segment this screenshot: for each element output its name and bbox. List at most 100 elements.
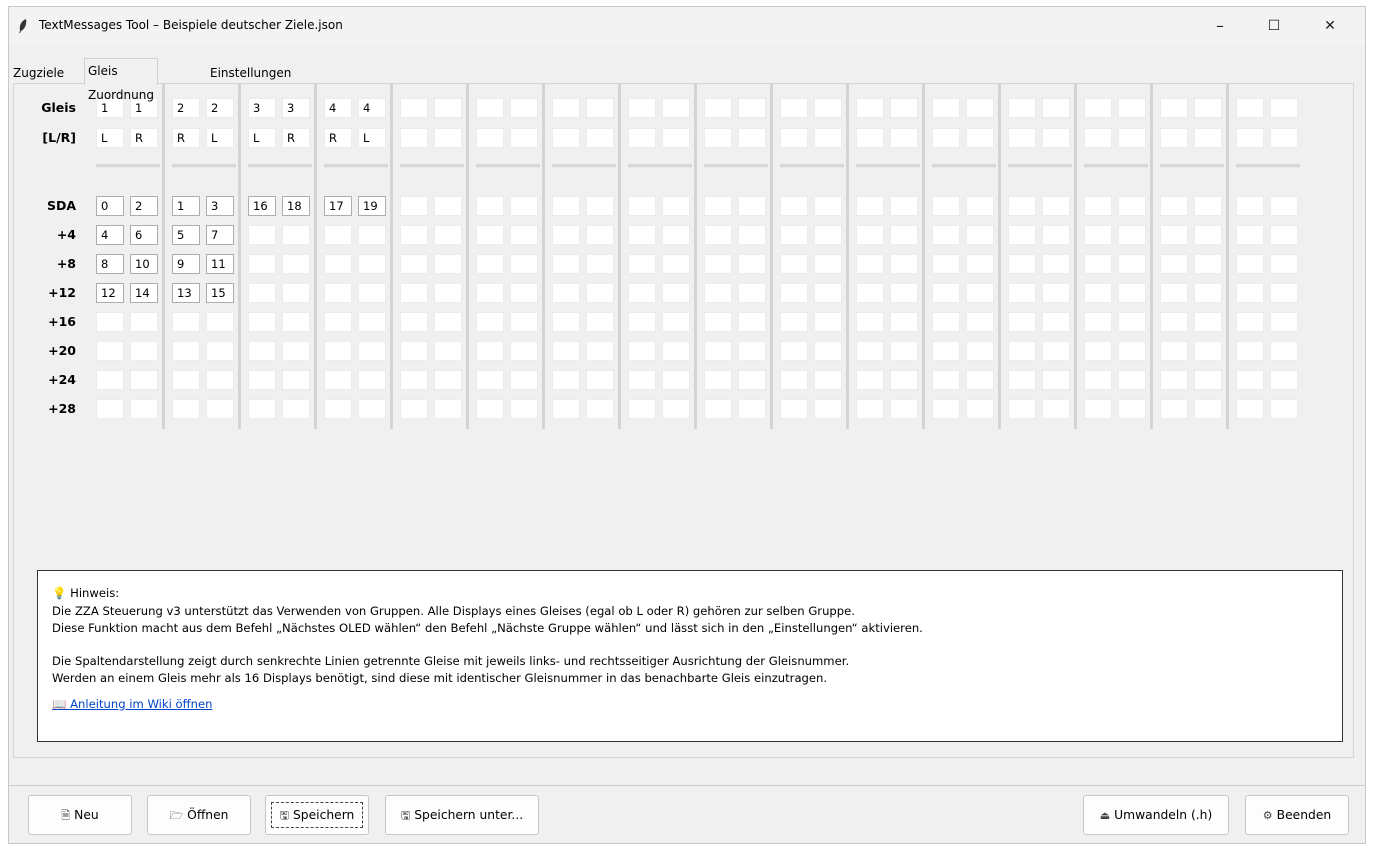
close-button[interactable]: ✕ — [1307, 11, 1353, 41]
gleis-number-cell[interactable] — [966, 98, 994, 118]
sda-cell[interactable] — [552, 196, 580, 216]
sda-cell[interactable] — [932, 196, 960, 216]
sda-cell[interactable] — [1042, 283, 1070, 303]
sda-cell[interactable]: 0 — [96, 196, 124, 216]
sda-cell[interactable] — [96, 312, 124, 332]
sda-cell[interactable] — [282, 341, 310, 361]
lr-cell[interactable] — [890, 128, 918, 148]
sda-cell[interactable] — [1118, 341, 1146, 361]
sda-cell[interactable]: 17 — [324, 196, 352, 216]
gleis-number-cell[interactable]: 3 — [248, 98, 276, 118]
sda-cell[interactable] — [130, 312, 158, 332]
sda-cell[interactable] — [628, 370, 656, 390]
sda-cell[interactable] — [434, 225, 462, 245]
sda-cell[interactable] — [586, 254, 614, 274]
sda-cell[interactable] — [248, 254, 276, 274]
sda-cell[interactable] — [662, 254, 690, 274]
sda-cell[interactable] — [662, 312, 690, 332]
sda-cell[interactable] — [476, 399, 504, 419]
sda-cell[interactable] — [1236, 225, 1264, 245]
sda-cell[interactable] — [476, 370, 504, 390]
gleis-number-cell[interactable] — [1042, 98, 1070, 118]
sda-cell[interactable] — [890, 225, 918, 245]
sda-cell[interactable] — [1160, 225, 1188, 245]
gleis-number-cell[interactable] — [476, 98, 504, 118]
lr-cell[interactable]: R — [172, 128, 200, 148]
sda-cell[interactable] — [358, 312, 386, 332]
sda-cell[interactable] — [552, 312, 580, 332]
sda-cell[interactable] — [552, 399, 580, 419]
sda-cell[interactable] — [130, 341, 158, 361]
lr-cell[interactable] — [1042, 128, 1070, 148]
sda-cell[interactable] — [890, 254, 918, 274]
sda-cell[interactable] — [476, 312, 504, 332]
sda-cell[interactable] — [400, 370, 428, 390]
sda-cell[interactable] — [1118, 312, 1146, 332]
sda-cell[interactable] — [586, 370, 614, 390]
gleis-number-cell[interactable]: 3 — [282, 98, 310, 118]
sda-cell[interactable] — [400, 399, 428, 419]
sda-cell[interactable] — [780, 225, 808, 245]
sda-cell[interactable] — [738, 312, 766, 332]
lr-cell[interactable] — [1160, 128, 1188, 148]
sda-cell[interactable]: 5 — [172, 225, 200, 245]
lr-cell[interactable] — [400, 128, 428, 148]
sda-cell[interactable] — [1160, 370, 1188, 390]
sda-cell[interactable] — [510, 254, 538, 274]
sda-cell[interactable] — [282, 370, 310, 390]
sda-cell[interactable] — [1236, 196, 1264, 216]
sda-cell[interactable] — [586, 225, 614, 245]
lr-cell[interactable] — [856, 128, 884, 148]
gleis-number-cell[interactable] — [1008, 98, 1036, 118]
sda-cell[interactable] — [1042, 225, 1070, 245]
sda-cell[interactable] — [814, 341, 842, 361]
sda-cell[interactable] — [1008, 225, 1036, 245]
sda-cell[interactable] — [400, 196, 428, 216]
sda-cell[interactable] — [510, 196, 538, 216]
sda-cell[interactable]: 8 — [96, 254, 124, 274]
sda-cell[interactable] — [586, 399, 614, 419]
sda-cell[interactable] — [172, 399, 200, 419]
sda-cell[interactable] — [814, 399, 842, 419]
sda-cell[interactable] — [1084, 370, 1112, 390]
lr-cell[interactable]: R — [324, 128, 352, 148]
sda-cell[interactable] — [1118, 283, 1146, 303]
gleis-number-cell[interactable]: 4 — [324, 98, 352, 118]
sda-cell[interactable]: 19 — [358, 196, 386, 216]
sda-cell[interactable] — [780, 312, 808, 332]
sda-cell[interactable] — [1270, 399, 1298, 419]
minimize-button[interactable]: – — [1197, 11, 1243, 41]
sda-cell[interactable] — [1084, 399, 1112, 419]
sda-cell[interactable] — [704, 196, 732, 216]
sda-cell[interactable]: 11 — [206, 254, 234, 274]
lr-cell[interactable] — [510, 128, 538, 148]
sda-cell[interactable] — [586, 283, 614, 303]
sda-cell[interactable] — [1042, 341, 1070, 361]
sda-cell[interactable] — [324, 254, 352, 274]
sda-cell[interactable] — [814, 196, 842, 216]
sda-cell[interactable] — [586, 341, 614, 361]
sda-cell[interactable] — [814, 370, 842, 390]
sda-cell[interactable] — [932, 370, 960, 390]
gleis-number-cell[interactable] — [434, 98, 462, 118]
gleis-number-cell[interactable] — [662, 98, 690, 118]
sda-cell[interactable] — [1160, 399, 1188, 419]
sda-cell[interactable] — [814, 254, 842, 274]
sda-cell[interactable] — [1160, 196, 1188, 216]
lr-cell[interactable]: R — [130, 128, 158, 148]
sda-cell[interactable] — [704, 254, 732, 274]
sda-cell[interactable] — [1194, 341, 1222, 361]
sda-cell[interactable] — [172, 312, 200, 332]
lr-cell[interactable] — [1236, 128, 1264, 148]
sda-cell[interactable] — [856, 399, 884, 419]
lr-cell[interactable] — [434, 128, 462, 148]
sda-cell[interactable] — [510, 312, 538, 332]
sda-cell[interactable] — [172, 341, 200, 361]
lr-cell[interactable] — [1008, 128, 1036, 148]
sda-cell[interactable]: 7 — [206, 225, 234, 245]
sda-cell[interactable] — [738, 283, 766, 303]
sda-cell[interactable] — [586, 196, 614, 216]
sda-cell[interactable] — [400, 283, 428, 303]
sda-cell[interactable] — [434, 196, 462, 216]
sda-cell[interactable] — [130, 370, 158, 390]
